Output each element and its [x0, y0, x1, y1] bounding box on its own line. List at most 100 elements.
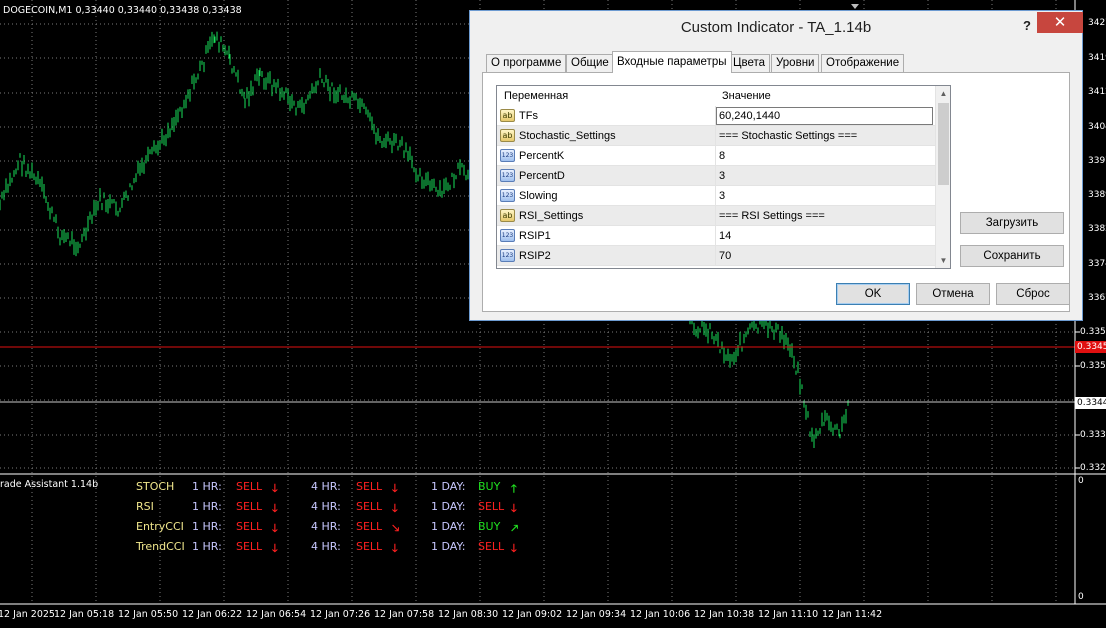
param-name: RSIP1: [519, 230, 551, 242]
price-label: 3419: [1088, 53, 1106, 63]
column-divider: [715, 186, 716, 205]
sell-signal: SELL: [478, 500, 505, 513]
time-label: 12 Jan 11:42: [822, 609, 883, 620]
sell-signal: SELL: [236, 520, 263, 533]
tab-visualization[interactable]: Отображение: [821, 54, 905, 72]
time-label: 12 Jan 07:58: [374, 609, 435, 620]
tab-about[interactable]: О программе: [486, 54, 567, 72]
time-label: 12 Jan 10:38: [694, 609, 755, 620]
column-divider: [715, 146, 716, 165]
price-label: 3374: [1088, 259, 1106, 269]
buy-signal: BUY: [478, 480, 501, 493]
param-name: RSI_Settings: [519, 210, 584, 222]
tab-levels[interactable]: Уровни: [771, 54, 820, 72]
indicator-scale-top: 0: [1078, 476, 1084, 486]
price-label: 0.3329: [1080, 463, 1106, 473]
param-value[interactable]: 70: [719, 246, 731, 266]
current-price-badge: 0.3344: [1075, 397, 1106, 409]
price-label: 3389: [1088, 190, 1106, 200]
help-button[interactable]: ?: [1020, 16, 1034, 36]
indicator-row: TrendCCI 1 HR: SELL 🡓 4 HR: SELL 🡓 1 DAY: SELL 🡓: [0, 540, 600, 556]
tab-colors[interactable]: Цвета: [728, 54, 771, 72]
param-row-rsip2[interactable]: 123 RSIP2 70: [497, 246, 935, 266]
time-label: 12 Jan 10:06: [630, 609, 691, 620]
timeframe-label: 1 HR:: [192, 480, 222, 493]
scroll-up-arrow-icon[interactable]: ▲: [936, 86, 950, 101]
chart-header: DOGECOIN,M1 0,33440 0,33440 0,33438 0,33…: [3, 5, 242, 16]
sell-signal: SELL: [356, 520, 383, 533]
timeframe-label: 4 HR:: [311, 540, 341, 553]
numeric-type-icon: 123: [500, 189, 515, 202]
level-price-badge: 0.3345: [1075, 341, 1106, 353]
param-value[interactable]: 3: [719, 186, 725, 206]
column-header-value[interactable]: Значение: [722, 86, 771, 106]
param-value[interactable]: === Stochastic Settings ===: [719, 126, 857, 146]
price-label: 3367: [1088, 293, 1106, 303]
inputs-grid: Переменная Значение abTFsabStochastic_Se…: [496, 85, 951, 269]
param-row-rsi_settings[interactable]: ab RSI_Settings === RSI Settings ===: [497, 206, 935, 226]
scroll-thumb[interactable]: [938, 103, 949, 185]
indicator-scale-bottom: 0: [1078, 592, 1084, 602]
timeframe-label: 1 DAY:: [431, 500, 466, 513]
timeframe-label: 1 DAY:: [431, 540, 466, 553]
timeframe-label: 1 HR:: [192, 520, 222, 533]
param-value[interactable]: 14: [719, 226, 731, 246]
arrow-down-icon: 🡓: [392, 502, 398, 515]
param-value-input[interactable]: [717, 108, 932, 124]
arrow-up-icon: 🡑: [511, 482, 517, 495]
time-label: 12 Jan 11:10: [758, 609, 819, 620]
arrow-down-right-icon: 🡖: [392, 522, 400, 535]
param-row-percentd[interactable]: 123 PercentD 3: [497, 166, 935, 186]
numeric-type-icon: 123: [500, 249, 515, 262]
reset-button[interactable]: Сброс: [996, 283, 1070, 305]
param-value[interactable]: 3: [719, 166, 725, 186]
arrow-up-right-icon: 🡕: [511, 522, 519, 535]
indicator-row: EntryCCI 1 HR: SELL 🡓 4 HR: SELL 🡖 1 DAY: BUY 🡕: [0, 520, 600, 536]
indicator-row: RSI 1 HR: SELL 🡓 4 HR: SELL 🡓 1 DAY: SELL 🡓: [0, 500, 600, 516]
column-divider: [715, 166, 716, 185]
scroll-down-arrow-icon[interactable]: ▼: [936, 253, 950, 268]
column-divider: [715, 206, 716, 225]
tab-common[interactable]: Общие: [566, 54, 614, 72]
price-label: 0.3337: [1080, 430, 1106, 440]
param-value-editor[interactable]: [716, 107, 933, 125]
param-name: TFs: [519, 110, 538, 122]
sell-signal: SELL: [236, 500, 263, 513]
close-button[interactable]: ✕: [1037, 12, 1083, 33]
timeframe-label: 4 HR:: [311, 500, 341, 513]
arrow-down-icon: 🡓: [272, 542, 278, 555]
param-row-tfs[interactable]: ab TFs: [497, 106, 935, 126]
tab-inputs[interactable]: Входные параметры: [612, 51, 732, 73]
param-value[interactable]: 8: [719, 146, 725, 166]
param-name: Slowing: [519, 190, 558, 202]
chart-shift-marker[interactable]: [851, 4, 859, 9]
time-label: 12 Jan 09:34: [566, 609, 627, 620]
column-header-variable[interactable]: Переменная: [504, 86, 569, 106]
grid-scrollbar[interactable]: ▲ ▼: [935, 86, 950, 268]
indicator-name: EntryCCI: [136, 520, 184, 533]
arrow-down-icon: 🡓: [392, 542, 398, 555]
string-type-icon: ab: [500, 209, 515, 222]
param-row-slowing[interactable]: 123 Slowing 3: [497, 186, 935, 206]
sell-signal: SELL: [236, 540, 263, 553]
column-divider: [715, 126, 716, 145]
sell-signal: SELL: [356, 480, 383, 493]
price-label: 3427: [1088, 18, 1106, 28]
sell-signal: SELL: [356, 500, 383, 513]
price-label: 0.3352: [1080, 361, 1106, 371]
arrow-down-icon: 🡓: [272, 502, 278, 515]
timeframe-label: 1 DAY:: [431, 520, 466, 533]
ok-button[interactable]: OK: [836, 283, 910, 305]
arrow-down-icon: 🡓: [272, 482, 278, 495]
cancel-button[interactable]: Отмена: [916, 283, 990, 305]
time-label: 12 Jan 05:50: [118, 609, 179, 620]
save-button[interactable]: Сохранить: [960, 245, 1064, 267]
time-label: 12 Jan 07:26: [310, 609, 371, 620]
param-value[interactable]: === RSI Settings ===: [719, 206, 825, 226]
load-button[interactable]: Загрузить: [960, 212, 1064, 234]
param-row-stochastic_settings[interactable]: ab Stochastic_Settings === Stochastic Sett…: [497, 126, 935, 146]
param-row-percentk[interactable]: 123 PercentK 8: [497, 146, 935, 166]
param-row-rsip1[interactable]: 123 RSIP1 14: [497, 226, 935, 246]
buy-signal: BUY: [478, 520, 501, 533]
sell-signal: SELL: [478, 540, 505, 553]
